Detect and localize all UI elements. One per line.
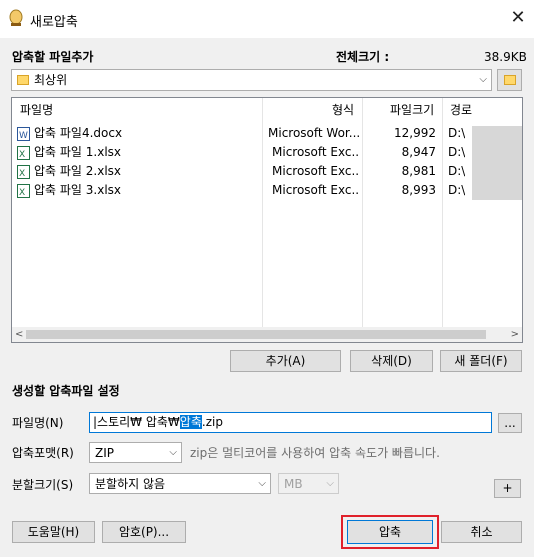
column-header-path[interactable]: 경로 — [450, 98, 472, 122]
split-label: 분할크기(S) — [12, 478, 74, 492]
excel-doc-icon: X — [17, 146, 30, 160]
split-value: 분할하지 않음 — [95, 477, 166, 491]
password-button[interactable]: 암호(P)... — [102, 521, 186, 543]
chevron-down-icon: ⌵ — [169, 447, 177, 458]
format-value: ZIP — [95, 446, 114, 460]
format-label: 압축포맷(R) — [12, 446, 74, 460]
format-select[interactable]: ZIP ⌵ — [89, 442, 182, 463]
file-name: 압축 파일 1.xlsx — [34, 145, 122, 159]
file-size: 8,947 — [401, 145, 436, 159]
browse-button[interactable]: ... — [498, 413, 522, 433]
chevron-down-icon: ⌵ — [479, 74, 487, 85]
split-unit-value: MB — [284, 477, 303, 491]
cancel-button[interactable]: 취소 — [441, 521, 522, 543]
split-unit-select[interactable]: MB ⌵ — [278, 473, 339, 494]
location-select[interactable]: 최상위 ⌵ — [11, 69, 492, 91]
filename-selected: 압축 — [179, 415, 202, 429]
word-doc-icon: W — [17, 127, 30, 141]
filename-label: 파일명(N) — [12, 416, 64, 430]
scroll-right-icon[interactable]: > — [511, 327, 519, 342]
svg-text:X: X — [19, 169, 25, 179]
column-header-size[interactable]: 파일크기 — [390, 98, 434, 122]
filename-prefix: |스토리₩ 압축₩ — [93, 415, 180, 429]
file-name: 압축 파일 2.xlsx — [34, 164, 122, 178]
sort-caret-icon: ^ — [134, 97, 143, 105]
file-path: D:\ — [448, 145, 466, 159]
folder-icon — [17, 75, 29, 85]
file-path: D:\ — [448, 126, 466, 140]
add-files-label: 압축할 파일추가 — [12, 50, 94, 64]
chevron-down-icon: ⌵ — [258, 478, 266, 489]
close-icon[interactable]: ✕ — [508, 8, 528, 28]
file-path: D:\ — [448, 164, 466, 178]
title-bar: 새로압축 ✕ — [0, 0, 534, 38]
split-select[interactable]: 분할하지 않음 ⌵ — [89, 473, 271, 494]
file-type: Microsoft Exc... — [272, 164, 360, 178]
excel-doc-icon: X — [17, 184, 30, 198]
column-header-type[interactable]: 형식 — [332, 98, 354, 122]
table-row[interactable]: X 압축 파일 1.xlsx Microsoft Exc... 8,947 D:… — [12, 143, 522, 162]
scrollbar-thumb[interactable] — [26, 330, 486, 339]
file-type: Microsoft Exc... — [272, 145, 360, 159]
compress-button[interactable]: 압축 — [347, 520, 433, 544]
file-type: Microsoft Wor... — [268, 126, 360, 140]
file-list[interactable]: ^ 파일명 형식 파일크기 경로 W 압축 파일4.docx Microsoft… — [11, 97, 523, 343]
folder-up-icon — [504, 75, 516, 85]
excel-doc-icon: X — [17, 165, 30, 179]
window-title: 새로압축 — [30, 15, 78, 30]
file-name: 압축 파일 3.xlsx — [34, 183, 122, 197]
file-size: 12,992 — [394, 126, 436, 140]
file-name: 압축 파일4.docx — [34, 126, 123, 140]
svg-text:X: X — [19, 150, 25, 160]
up-folder-button[interactable] — [497, 69, 522, 91]
file-type: Microsoft Exc... — [272, 183, 360, 197]
location-value: 최상위 — [34, 73, 68, 87]
add-button[interactable]: 추가(A) — [230, 350, 341, 372]
file-size: 8,981 — [401, 164, 436, 178]
table-row[interactable]: X 압축 파일 2.xlsx Microsoft Exc... 8,981 D:… — [12, 162, 522, 181]
delete-button[interactable]: 삭제(D) — [350, 350, 433, 372]
file-path: D:\ — [448, 183, 466, 197]
app-logo-icon — [9, 9, 23, 26]
filename-suffix: .zip — [201, 415, 223, 429]
svg-text:X: X — [19, 188, 25, 198]
column-header-name[interactable]: 파일명 — [20, 98, 53, 122]
total-size-value: 38.9KB — [484, 50, 527, 64]
chevron-down-icon: ⌵ — [326, 478, 334, 489]
svg-text:W: W — [19, 131, 28, 141]
filename-input[interactable]: |스토리₩ 압축₩압축.zip — [89, 412, 492, 433]
table-row[interactable]: X 압축 파일 3.xlsx Microsoft Exc... 8,993 D:… — [12, 181, 522, 200]
file-size: 8,993 — [401, 183, 436, 197]
scroll-left-icon[interactable]: < — [15, 327, 23, 342]
settings-label: 생성할 압축파일 설정 — [12, 384, 120, 398]
total-size-label: 전체크기 : — [336, 50, 390, 64]
table-row[interactable]: W 압축 파일4.docx Microsoft Wor... 12,992 D:… — [12, 124, 522, 143]
new-folder-button[interactable]: 새 폴더(F) — [440, 350, 522, 372]
format-hint: zip은 멀티코어를 사용하여 압축 속도가 빠릅니다. — [190, 446, 440, 460]
help-button[interactable]: 도움말(H) — [12, 521, 95, 543]
expand-options-button[interactable]: + — [494, 479, 521, 498]
